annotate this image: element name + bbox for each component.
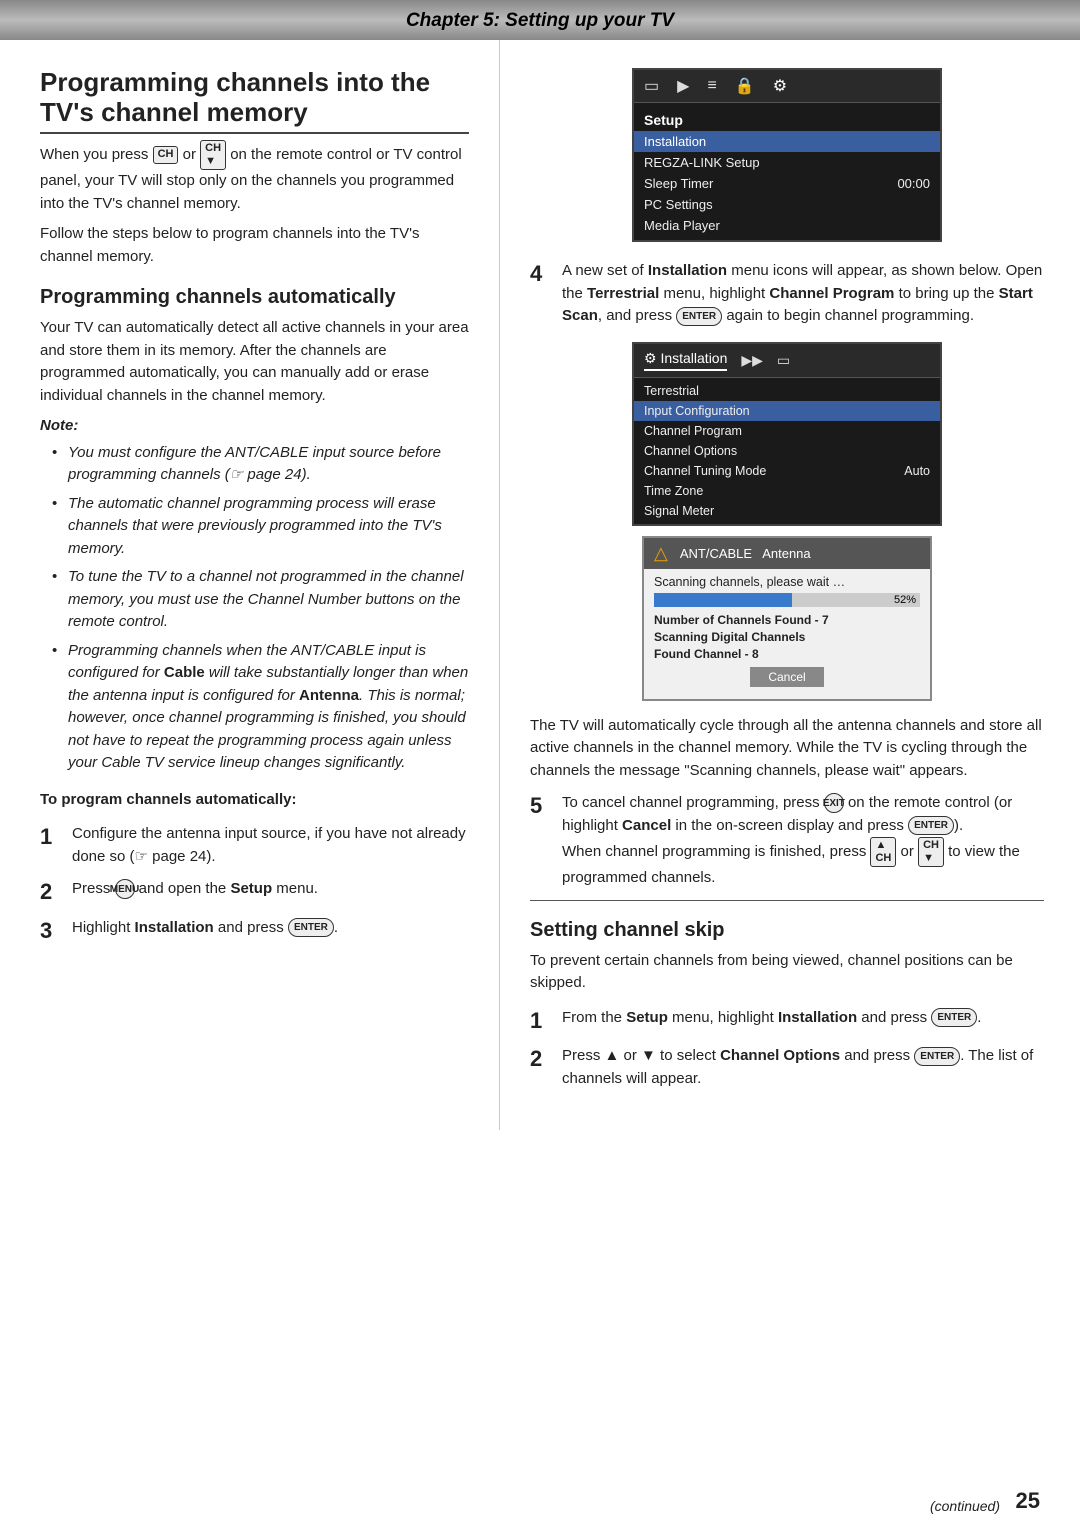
steps-list: 1 Configure the antenna input source, if…: [40, 823, 469, 945]
tv-setup-screen: ▭ ▶ ≡ 🔒 ⚙ Setup Installation REGZA-LINK …: [632, 68, 942, 242]
install-row: Terrestrial: [634, 381, 940, 401]
left-column: Programming channels into the TV's chann…: [0, 40, 500, 1130]
subsection-title-auto: Programming channels automatically: [40, 286, 469, 309]
enter-button-icon: ENTER: [288, 918, 334, 937]
install-row: Channel Program: [634, 421, 940, 441]
step-number: 2: [40, 878, 66, 907]
installation-gear-icon: ⚙ Installation: [644, 350, 727, 371]
scan-dialog-header: △ ANT/CABLE Antenna: [644, 538, 930, 569]
install-row-value: Auto: [904, 464, 930, 478]
auto-paragraph-1: Your TV can automatically detect all act…: [40, 317, 469, 407]
installation-screen: ⚙ Installation ▶▶ ▭ Terrestrial Input Co…: [632, 342, 942, 526]
skip-step-2: 2 Press ▲ or ▼ to select Channel Options…: [530, 1045, 1044, 1090]
skip-steps: 1 From the Setup menu, highlight Install…: [530, 1007, 1044, 1091]
exit-button-icon: EXIT: [824, 793, 844, 813]
step-text: Press MENU and open the Setup menu.: [72, 878, 469, 901]
install-row: Time Zone: [634, 481, 940, 501]
step-3: 3 Highlight Installation and press ENTER…: [40, 917, 469, 946]
tv-row: Media Player: [634, 215, 940, 236]
page-number: 25: [1016, 1488, 1040, 1514]
cycle-text: The TV will automatically cycle through …: [530, 715, 1044, 783]
scan-progress-fill: [654, 593, 792, 607]
step-number: 3: [40, 917, 66, 946]
ch-button-icon: CH: [153, 146, 179, 163]
scan-dialog: △ ANT/CABLE Antenna Scanning channels, p…: [642, 536, 932, 701]
step-5: 5 To cancel channel programming, press E…: [530, 792, 1044, 890]
skip-step-1: 1 From the Setup menu, highlight Install…: [530, 1007, 1044, 1036]
ch-down-icon: CH▼: [918, 837, 944, 867]
right-column: ▭ ▶ ≡ 🔒 ⚙ Setup Installation REGZA-LINK …: [500, 40, 1080, 1130]
main-section-title: Programming channels into the TV's chann…: [40, 68, 469, 134]
scan-info-row: Number of Channels Found - 7: [654, 613, 920, 627]
settings-icon: ≡: [707, 77, 716, 95]
step-number: 1: [40, 823, 66, 852]
tv-row: PC Settings: [634, 194, 940, 215]
bullet-item: Programming channels when the ANT/CABLE …: [50, 640, 469, 775]
page-header: Chapter 5: Setting up your TV: [0, 0, 1080, 40]
step-text: Highlight Installation and press ENTER.: [72, 917, 469, 940]
scan-info-row: Found Channel - 8: [654, 647, 920, 661]
installation-icon2: ▶▶: [741, 352, 763, 369]
step-text: From the Setup menu, highlight Installat…: [562, 1007, 1044, 1030]
step-text: Configure the antenna input source, if y…: [72, 823, 469, 868]
note-label: Note:: [40, 415, 469, 438]
tv-row: Setup: [634, 107, 940, 131]
scan-header-text: ANT/CABLE Antenna: [680, 546, 811, 561]
installation-icon3: ▭: [777, 352, 790, 369]
menu-button-icon: MENU: [115, 879, 135, 899]
install-row: Input Configuration: [634, 401, 940, 421]
ch-up-icon: ▲CH: [870, 837, 896, 867]
tv-menu-rows: Setup Installation REGZA-LINK Setup Slee…: [634, 103, 940, 240]
step-number: 5: [530, 792, 556, 821]
intro-paragraph-2: Follow the steps below to program channe…: [40, 223, 469, 268]
install-menu-rows: Terrestrial Input Configuration Channel …: [634, 378, 940, 524]
step-number: 2: [530, 1045, 556, 1074]
install-icon-bar: ⚙ Installation ▶▶ ▭: [634, 344, 940, 378]
scan-progress-bar: 52%: [654, 593, 920, 607]
tv-row: Installation: [634, 131, 940, 152]
setting-skip-title: Setting channel skip: [530, 919, 1044, 942]
enter-button-icon: ENTER: [908, 816, 954, 835]
step-1: 1 Configure the antenna input source, if…: [40, 823, 469, 868]
step-text: A new set of Installation menu icons wil…: [562, 260, 1044, 328]
install-row: Channel Tuning ModeAuto: [634, 461, 940, 481]
gear-icon: ⚙: [773, 76, 787, 96]
install-row: Signal Meter: [634, 501, 940, 521]
install-row: Channel Options: [634, 441, 940, 461]
scan-status-text: Scanning channels, please wait …: [654, 575, 920, 589]
step-number: 4: [530, 260, 556, 289]
chapter-title: Chapter 5: Setting up your TV: [406, 10, 674, 31]
tv-row-value: 00:00: [897, 176, 930, 191]
monitor-icon: ▭: [644, 76, 659, 96]
scan-progress-text: 52%: [894, 593, 916, 607]
lock-icon: 🔒: [735, 76, 755, 96]
bullet-item: You must configure the ANT/CABLE input s…: [50, 442, 469, 487]
enter-button-icon: ENTER: [931, 1008, 977, 1027]
continued-text: (continued): [930, 1498, 1000, 1514]
step-4: 4 A new set of Installation menu icons w…: [530, 260, 1044, 328]
bullet-item: To tune the TV to a channel not programm…: [50, 566, 469, 634]
scan-info-row: Scanning Digital Channels: [654, 630, 920, 644]
warning-icon: △: [654, 543, 668, 564]
tv-icon-bar: ▭ ▶ ≡ 🔒 ⚙: [634, 70, 940, 103]
scan-cancel-button[interactable]: Cancel: [750, 667, 823, 687]
enter-button-icon: ENTER: [914, 1047, 960, 1066]
step-number: 1: [530, 1007, 556, 1036]
intro-paragraph-1: When you press CH or CH▼ on the remote c…: [40, 140, 469, 215]
note-bullets: You must configure the ANT/CABLE input s…: [40, 442, 469, 775]
to-program-label: To program channels automatically:: [40, 789, 469, 812]
speaker-icon: ▶: [677, 76, 689, 96]
divider: [530, 900, 1044, 901]
scan-dialog-body: Scanning channels, please wait … 52% Num…: [644, 569, 930, 699]
content-wrapper: Programming channels into the TV's chann…: [0, 40, 1080, 1130]
step-text: Press ▲ or ▼ to select Channel Options a…: [562, 1045, 1044, 1090]
step-2: 2 Press MENU and open the Setup menu.: [40, 878, 469, 907]
bullet-item: The automatic channel programming proces…: [50, 493, 469, 561]
tv-row: Sleep Timer00:00: [634, 173, 940, 194]
ch-down-button-icon: CH▼: [200, 140, 226, 170]
tv-row: REGZA-LINK Setup: [634, 152, 940, 173]
step-text: To cancel channel programming, press EXI…: [562, 792, 1044, 890]
skip-intro: To prevent certain channels from being v…: [530, 950, 1044, 995]
enter-button-icon: ENTER: [676, 307, 722, 326]
